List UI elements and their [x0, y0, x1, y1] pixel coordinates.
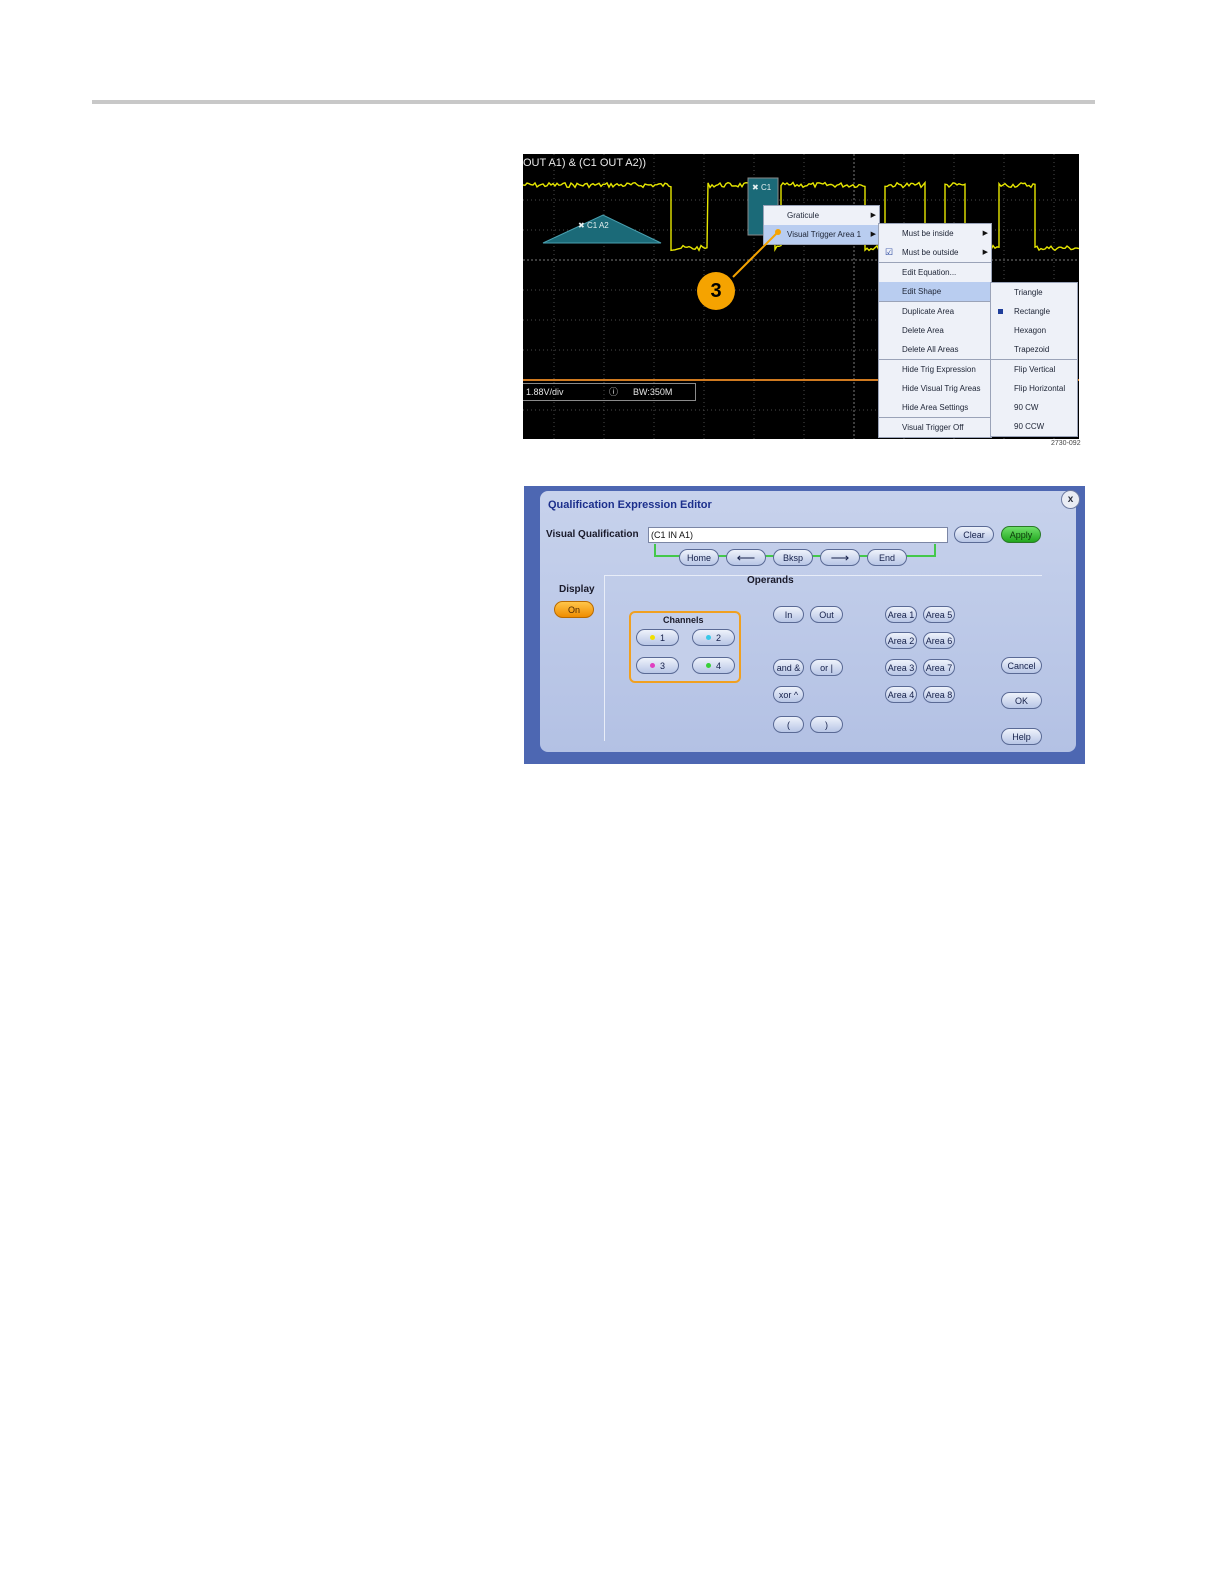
xor-button[interactable]: xor ^: [773, 686, 804, 703]
end-button[interactable]: End: [867, 549, 907, 566]
area-4-button[interactable]: Area 4: [885, 686, 917, 703]
area-1-button[interactable]: Area 1: [885, 606, 917, 623]
editor-panel: Qualification Expression Editor Visual Q…: [540, 491, 1076, 752]
area-2-button[interactable]: Area 2: [885, 632, 917, 649]
or-button[interactable]: or |: [810, 659, 843, 676]
qualification-editor-window: Qualification Expression Editor Visual Q…: [524, 486, 1085, 764]
figure-number: 2730-092: [1051, 440, 1081, 447]
backspace-button[interactable]: Bksp: [773, 549, 813, 566]
area-8-button[interactable]: Area 8: [923, 686, 955, 703]
channels-label: Channels: [663, 615, 704, 625]
channel-2-color: [705, 635, 711, 640]
area-6-button[interactable]: Area 6: [923, 632, 955, 649]
clear-button[interactable]: Clear: [954, 526, 994, 543]
help-button[interactable]: Help: [1001, 728, 1042, 745]
ok-button[interactable]: OK: [1001, 692, 1042, 709]
cancel-button[interactable]: Cancel: [1001, 657, 1042, 674]
channels-group: Channels 1 2 3 4: [629, 611, 741, 683]
channel-1-color: [649, 635, 655, 640]
in-button[interactable]: In: [773, 606, 804, 623]
channel-3-button[interactable]: 3: [636, 657, 679, 674]
out-button[interactable]: Out: [810, 606, 843, 623]
area-3-button[interactable]: Area 3: [885, 659, 917, 676]
left-paren-button[interactable]: (: [773, 716, 804, 733]
left-arrow-button[interactable]: ⟵: [726, 549, 766, 566]
channel-3-color: [649, 663, 655, 668]
apply-button[interactable]: Apply: [1001, 526, 1041, 543]
visual-qualification-label: Visual Qualification: [546, 529, 639, 540]
area-5-button[interactable]: Area 5: [923, 606, 955, 623]
channel-4-button[interactable]: 4: [692, 657, 735, 674]
channel-2-button[interactable]: 2: [692, 629, 735, 646]
callout-leader: [732, 229, 781, 278]
right-arrow-button[interactable]: ⟶: [820, 549, 860, 566]
display-label: Display: [559, 584, 595, 595]
home-button[interactable]: Home: [679, 549, 719, 566]
close-icon[interactable]: x: [1061, 490, 1080, 509]
editor-title: Qualification Expression Editor: [548, 499, 712, 511]
right-paren-button[interactable]: ): [810, 716, 843, 733]
display-toggle[interactable]: On: [554, 601, 594, 618]
channel-4-color: [705, 663, 711, 668]
callout-number: 3: [697, 272, 735, 310]
operands-label: Operands: [747, 575, 794, 586]
divider-vertical: [604, 575, 605, 741]
channel-1-button[interactable]: 1: [636, 629, 679, 646]
and-button[interactable]: and &: [773, 659, 804, 676]
area-7-button[interactable]: Area 7: [923, 659, 955, 676]
visual-qualification-input[interactable]: (C1 IN A1): [648, 527, 948, 543]
divider-horizontal: [604, 575, 1042, 576]
